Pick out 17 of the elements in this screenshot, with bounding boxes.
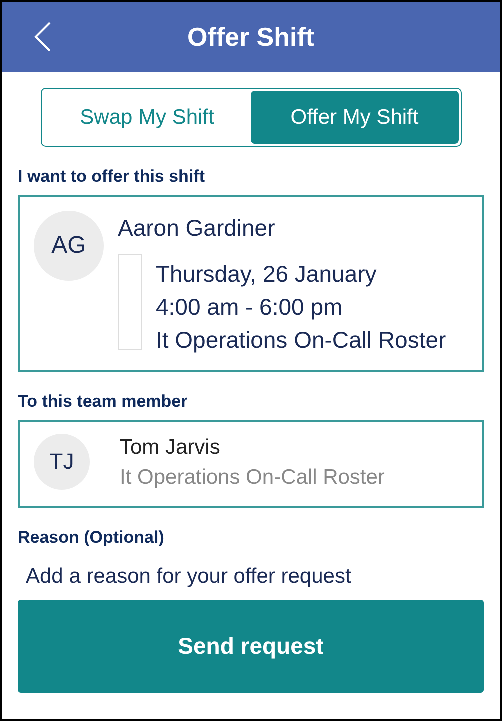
- screen-title: Offer Shift: [187, 22, 315, 52]
- member-card[interactable]: TJ Tom Jarvis It Operations On-Call Roster: [18, 420, 484, 508]
- send-request-button[interactable]: Send request: [18, 600, 484, 693]
- person-name: Aaron Gardiner: [118, 215, 276, 242]
- back-icon[interactable]: [34, 22, 52, 52]
- section-label: Reason (Optional): [18, 528, 166, 548]
- member-roster: It Operations On-Call Roster: [120, 466, 385, 490]
- avatar-initials: TJ: [34, 434, 90, 490]
- shift-time: 4:00 am - 6:00 pm: [156, 293, 344, 322]
- member-name: Tom Jarvis: [120, 436, 222, 460]
- shift-roster: It Operations On-Call Roster: [156, 326, 446, 355]
- section-label: I want to offer this shift: [18, 167, 206, 187]
- tab[interactable]: Offer My Shift: [251, 91, 458, 144]
- section-label: To this team member: [18, 392, 189, 412]
- shift-date: Thursday, 26 January: [156, 260, 378, 289]
- avatar-initials: AG: [34, 211, 104, 281]
- shift-card[interactable]: AG Aaron Gardiner Thursday, 26 January 4:00 am - 6:00 pm It Operations On-Call Roster: [18, 195, 484, 372]
